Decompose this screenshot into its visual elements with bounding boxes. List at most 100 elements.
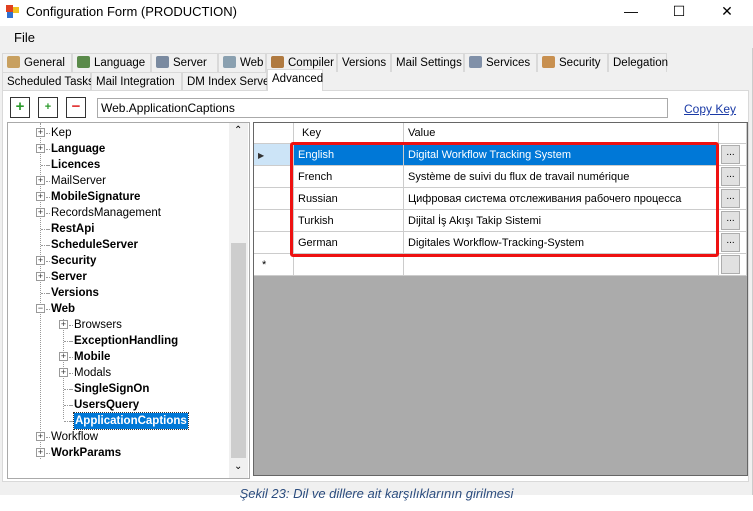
expand-icon[interactable]: + — [36, 256, 45, 265]
tab-label: Services — [486, 57, 531, 69]
tab-dm-index-server[interactable]: DM Index Server — [182, 72, 273, 91]
tree-node[interactable]: RecordsManagement — [51, 205, 161, 221]
expand-icon[interactable]: + — [36, 272, 45, 281]
tab-server[interactable]: Server — [151, 53, 218, 72]
expand-icon[interactable]: + — [59, 368, 68, 377]
new-row-key[interactable] — [294, 254, 404, 276]
tab-services[interactable]: Services — [464, 53, 537, 72]
tree-node[interactable]: Language — [51, 141, 105, 157]
tree-node[interactable]: Versions — [51, 285, 99, 301]
tree-connector — [46, 245, 50, 246]
tree-connector — [46, 149, 50, 150]
tab-label: General — [24, 57, 65, 69]
tree-node[interactable]: RestApi — [51, 221, 94, 237]
tree-node[interactable]: Kep — [51, 125, 71, 141]
web-page-icon — [223, 56, 236, 68]
tab-label: Server — [173, 57, 207, 69]
tab-label: Delegation — [613, 57, 668, 69]
expand-icon[interactable]: + — [36, 128, 45, 137]
tab-language[interactable]: Language — [72, 53, 151, 72]
row-header[interactable] — [254, 232, 294, 254]
key-input[interactable]: Web.ApplicationCaptions — [97, 98, 668, 118]
tree-line — [40, 123, 41, 459]
tab-mail-settings[interactable]: Mail Settings — [391, 53, 464, 72]
maximize-button[interactable]: ☐ — [656, 0, 702, 24]
tab-versions[interactable]: Versions — [337, 53, 391, 72]
tab-label: Mail Settings — [396, 57, 462, 69]
row-header-corner — [254, 123, 294, 144]
tree-connector — [46, 165, 50, 166]
column-header-blank — [719, 123, 747, 144]
tree-node[interactable]: WorkParams — [51, 445, 121, 461]
tree-node[interactable]: Web — [51, 301, 75, 317]
tree-node[interactable]: MobileSignature — [51, 189, 140, 205]
tab-web[interactable]: Web — [218, 53, 266, 72]
expand-icon[interactable]: + — [36, 176, 45, 185]
tree-node[interactable]: Server — [51, 269, 87, 285]
expand-icon[interactable]: + — [36, 448, 45, 457]
expand-icon[interactable]: + — [36, 144, 45, 153]
tree-connector — [46, 261, 50, 262]
tree-node[interactable]: ApplicationCaptions — [73, 412, 189, 430]
tab-general[interactable]: General — [2, 53, 72, 72]
tree-node[interactable]: Modals — [74, 365, 111, 381]
close-button[interactable]: ✕ — [704, 0, 750, 24]
ellipsis-button[interactable]: ... — [721, 189, 740, 208]
tree-connector — [69, 373, 73, 374]
new-row-value[interactable] — [404, 254, 719, 276]
scroll-up-icon[interactable]: ⌃ — [234, 125, 242, 136]
copy-key-link[interactable]: Copy Key — [684, 102, 736, 116]
tree-node[interactable]: MailServer — [51, 173, 106, 189]
expand-icon[interactable]: + — [36, 208, 45, 217]
add-root-button[interactable]: + — [10, 97, 30, 118]
expand-icon[interactable]: + — [36, 192, 45, 201]
row-header[interactable]: ▶ — [254, 144, 294, 166]
row-header[interactable] — [254, 166, 294, 188]
expand-icon[interactable]: + — [59, 320, 68, 329]
add-child-button[interactable]: + — [38, 97, 58, 118]
tab-advanced[interactable]: Advanced — [267, 69, 323, 91]
app-icon — [6, 5, 19, 18]
tree-connector — [46, 437, 50, 438]
title-bar: Configuration Form (PRODUCTION) — ☐ ✕ — [0, 0, 753, 24]
tree-node[interactable]: UsersQuery — [74, 397, 139, 413]
tab-label: Advanced — [272, 73, 324, 85]
tab-security[interactable]: Security — [537, 53, 608, 72]
row-header[interactable] — [254, 210, 294, 232]
tree-node[interactable]: Workflow — [51, 429, 98, 445]
tree-node[interactable]: Browsers — [74, 317, 122, 333]
tree-node[interactable]: Licences — [51, 157, 100, 173]
tree-node[interactable]: Security — [51, 253, 96, 269]
tab-mail-integration[interactable]: Mail Integration — [91, 72, 182, 91]
tab-label: Language — [94, 57, 146, 69]
column-header-key[interactable]: Key — [294, 123, 404, 144]
ellipsis-button[interactable]: ... — [721, 145, 740, 164]
tree-connector — [46, 277, 50, 278]
column-header-value[interactable]: Value — [404, 123, 719, 144]
tree-connector — [46, 133, 50, 134]
ellipsis-button[interactable]: ... — [721, 167, 740, 186]
minimize-button[interactable]: — — [608, 0, 654, 24]
tree-node[interactable]: ScheduleServer — [51, 237, 138, 253]
tab-scheduled-tasks[interactable]: Scheduled Tasks — [2, 72, 94, 91]
config-tree[interactable]: + Kep + Language Licences + MailServer + MobileS… — [7, 122, 250, 479]
scrollbar-thumb[interactable] — [231, 243, 246, 458]
tree-connector — [46, 453, 50, 454]
tab-label: Compiler — [288, 57, 335, 69]
scroll-down-icon[interactable]: ⌄ — [234, 461, 242, 472]
new-row-ellipsis-button[interactable] — [721, 255, 740, 274]
menu-bar: File — [0, 26, 753, 48]
tree-node[interactable]: SingleSignOn — [74, 381, 149, 397]
expand-icon[interactable]: + — [36, 432, 45, 441]
expand-icon[interactable]: + — [59, 352, 68, 361]
row-header[interactable] — [254, 188, 294, 210]
remove-button[interactable]: − — [66, 97, 86, 118]
tab-delegation[interactable]: Delegation — [608, 53, 668, 72]
tree-connector — [46, 229, 50, 230]
tree-node[interactable]: ExceptionHandling — [74, 333, 178, 349]
tree-node[interactable]: Mobile — [74, 349, 110, 365]
ellipsis-button[interactable]: ... — [721, 211, 740, 230]
ellipsis-button[interactable]: ... — [721, 233, 740, 252]
collapse-icon[interactable]: − — [36, 304, 45, 313]
menu-file[interactable]: File — [14, 30, 35, 45]
